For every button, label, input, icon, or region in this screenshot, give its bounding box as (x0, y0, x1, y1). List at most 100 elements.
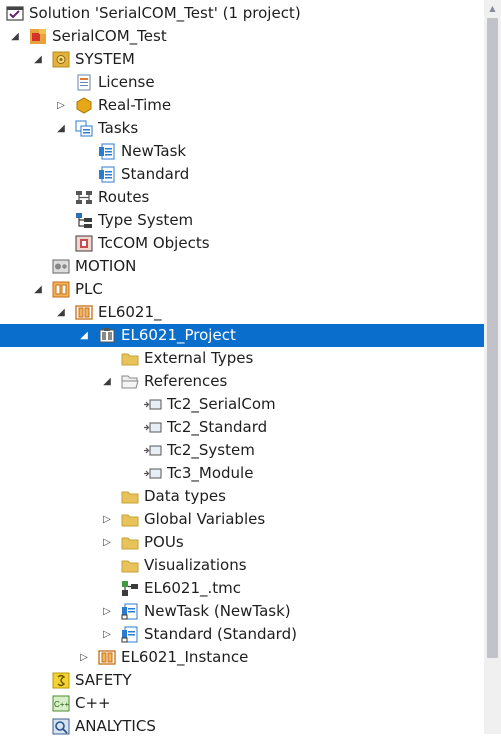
tree-node[interactable]: ◢ SYSTEM (0, 48, 484, 71)
collapse-arrow-icon[interactable]: ◢ (55, 301, 67, 324)
tree-node-label: Tc2_System (167, 441, 255, 459)
folder-icon (121, 534, 139, 551)
expand-arrow-icon[interactable]: ▷ (101, 508, 113, 531)
expand-arrow-icon[interactable]: ▷ (101, 600, 113, 623)
tree-node-label: Tc2_SerialCom (167, 395, 276, 413)
safety-icon (52, 672, 70, 689)
tree-node-label: PLC (75, 280, 103, 298)
tree-node[interactable]: Tc2_SerialCom (0, 393, 484, 416)
type-system-icon (75, 212, 93, 229)
expand-arrow-icon[interactable]: ▷ (78, 646, 90, 669)
collapse-arrow-icon[interactable]: ◢ (78, 324, 90, 347)
plc-subproject-icon (98, 327, 116, 344)
reference-icon (144, 465, 162, 482)
tree-node-label: EL6021_ (98, 303, 162, 321)
tree-node[interactable]: ANALYTICS (0, 715, 484, 738)
tree-node-label: POUs (144, 533, 184, 551)
tree-node-label: EL6021_Project (121, 326, 236, 344)
tree-node[interactable]: ▷ Standard (Standard) (0, 623, 484, 646)
tree-node-label: Data types (144, 487, 226, 505)
expand-arrow-icon[interactable]: ▷ (101, 531, 113, 554)
tree-node[interactable]: Data types (0, 485, 484, 508)
tree-node[interactable]: External Types (0, 347, 484, 370)
solution-explorer-tree: Solution 'SerialCOM_Test' (1 project) ◢ Se… (0, 2, 484, 738)
svg-text:C++: C++ (54, 700, 69, 709)
tree-node-label: External Types (144, 349, 254, 367)
tree-node-label: NewTask (121, 142, 187, 160)
tree-node-label: C++ (75, 694, 111, 712)
plc-instance-icon (98, 649, 116, 666)
tree-node[interactable]: License (0, 71, 484, 94)
vs-solution-icon (6, 5, 24, 22)
tree-node[interactable]: Standard (0, 163, 484, 186)
tree-node[interactable]: MOTION (0, 255, 484, 278)
tree-node-label: EL6021_Instance (121, 648, 249, 666)
cpp-icon: C++ (52, 695, 70, 712)
task-ref-icon (121, 626, 139, 643)
tree-node[interactable]: Tc3_Module (0, 462, 484, 485)
tree-node[interactable]: ◢ EL6021_ (0, 301, 484, 324)
tree-node[interactable]: Solution 'SerialCOM_Test' (1 project) (0, 2, 484, 25)
tree-node-label: Tc3_Module (167, 464, 254, 482)
routes-icon (75, 189, 93, 206)
collapse-arrow-icon[interactable]: ◢ (32, 278, 44, 301)
tree-node[interactable]: Routes (0, 186, 484, 209)
tree-node-label: Visualizations (144, 556, 247, 574)
tmc-icon (121, 580, 139, 597)
expand-arrow-icon[interactable]: ▷ (101, 623, 113, 646)
task-icon (98, 143, 116, 160)
tree-node[interactable]: ▷ NewTask (NewTask) (0, 600, 484, 623)
tree-node-label: Global Variables (144, 510, 266, 528)
tree-node-label: SerialCOM_Test (52, 27, 167, 45)
tree-node-label: SAFETY (75, 671, 132, 689)
expand-arrow-icon[interactable]: ▷ (55, 94, 67, 117)
tree-node-label: References (144, 372, 228, 390)
tree-node[interactable]: ▷ Real-Time (0, 94, 484, 117)
tree-node[interactable]: ▷ POUs (0, 531, 484, 554)
collapse-arrow-icon[interactable]: ◢ (55, 117, 67, 140)
collapse-arrow-icon[interactable]: ◢ (101, 370, 113, 393)
tree-node[interactable]: ◢ Tasks (0, 117, 484, 140)
analytics-icon (52, 718, 70, 735)
tree-node[interactable]: Tc2_System (0, 439, 484, 462)
plc-icon (52, 281, 70, 298)
folder-icon (121, 488, 139, 505)
tree-node[interactable]: ◢ PLC (0, 278, 484, 301)
tree-node[interactable]: EL6021_.tmc (0, 577, 484, 600)
collapse-arrow-icon[interactable]: ◢ (32, 48, 44, 71)
reference-icon (144, 396, 162, 413)
tree-node[interactable]: ◢ EL6021_Project (0, 324, 484, 347)
tree-node[interactable]: TcCOM Objects (0, 232, 484, 255)
scroll-up-arrow-icon[interactable]: ▲ (487, 4, 498, 14)
reference-icon (144, 419, 162, 436)
tree-node[interactable]: C++ C++ (0, 692, 484, 715)
tree-node[interactable]: ▷ Global Variables (0, 508, 484, 531)
tree-node[interactable]: NewTask (0, 140, 484, 163)
tree-node[interactable]: ◢ SerialCOM_Test (0, 25, 484, 48)
tree-node[interactable]: Type System (0, 209, 484, 232)
open-folder-icon (121, 373, 139, 390)
plc-project-icon (75, 304, 93, 321)
tree-node-label: Type System (98, 211, 194, 229)
tccom-icon (75, 235, 93, 252)
scrollbar-thumb[interactable] (487, 18, 498, 658)
tree-node[interactable]: SAFETY (0, 669, 484, 692)
tree-node-label: NewTask (NewTask) (144, 602, 291, 620)
tree-node-label: License (98, 73, 155, 91)
motion-icon (52, 258, 70, 275)
folder-icon (121, 511, 139, 528)
vertical-scrollbar[interactable]: ▲ (484, 0, 501, 734)
tree-node-label: TcCOM Objects (98, 234, 210, 252)
tree-node-label: Routes (98, 188, 150, 206)
realtime-icon (75, 97, 93, 114)
tree-node[interactable]: ◢ References (0, 370, 484, 393)
folder-icon (121, 350, 139, 367)
tree-node-label: Tasks (98, 119, 139, 137)
tree-node[interactable]: ▷ EL6021_Instance (0, 646, 484, 669)
tree-node[interactable]: Visualizations (0, 554, 484, 577)
license-icon (75, 74, 93, 91)
tree-node-label: Standard (Standard) (144, 625, 297, 643)
collapse-arrow-icon[interactable]: ◢ (9, 25, 21, 48)
tree-node[interactable]: Tc2_Standard (0, 416, 484, 439)
task-ref-icon (121, 603, 139, 620)
